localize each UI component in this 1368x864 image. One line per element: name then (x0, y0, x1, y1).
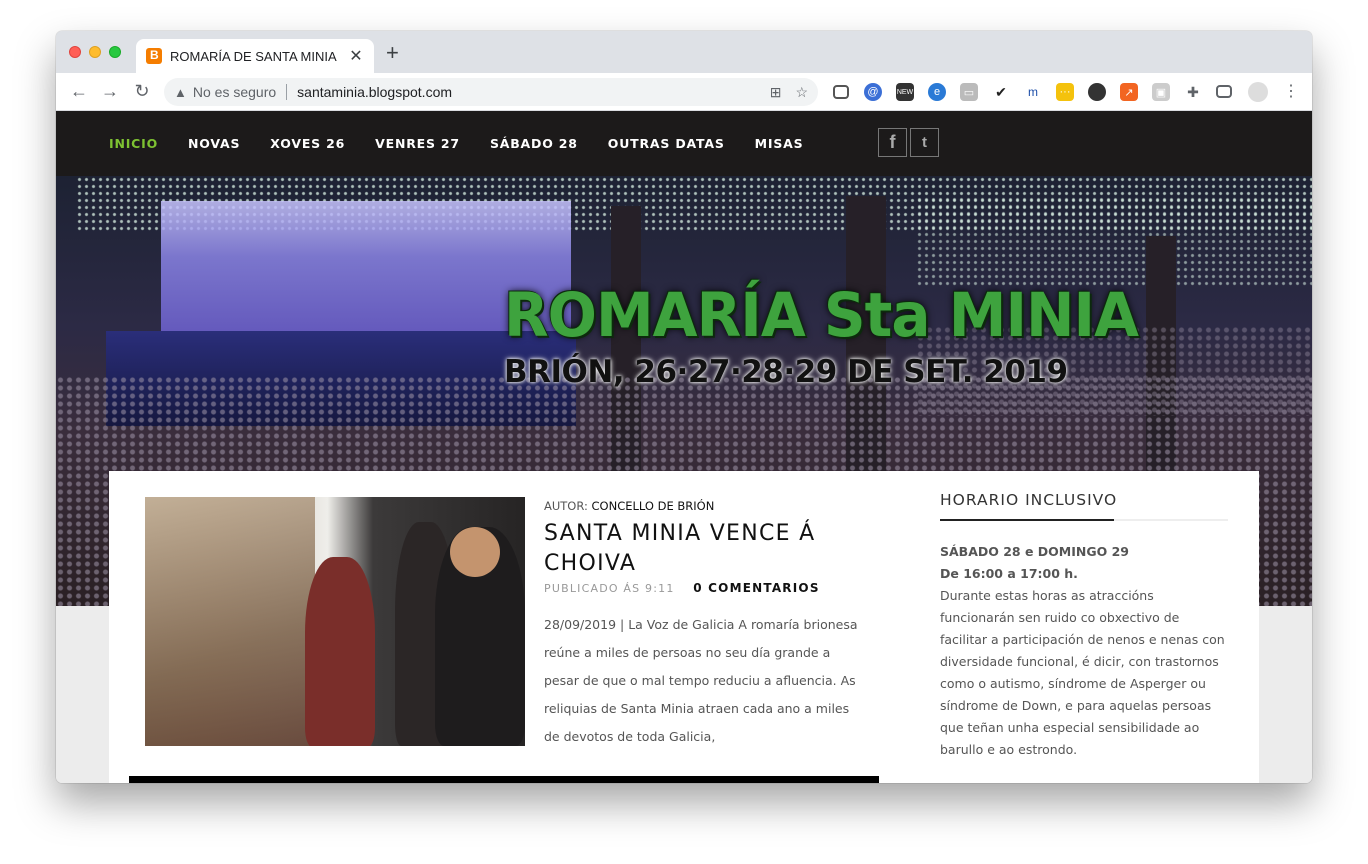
author-name-link[interactable]: CONCELLO DE BRIÓN (592, 499, 715, 513)
check-extension-icon[interactable]: ✔ (992, 83, 1010, 101)
back-button[interactable]: ← (68, 81, 90, 102)
widget-title: HORARIO INCLUSIVO (940, 491, 1118, 509)
nav-item-venres[interactable]: VENRES 27 (375, 136, 460, 151)
close-window-button[interactable] (69, 46, 81, 58)
menu-kebab-icon[interactable]: ⋮ (1280, 81, 1302, 101)
web-page: INICIO NOVAS XOVES 26 VENRES 27 SÁBADO 2… (56, 111, 1312, 783)
site-navigation: INICIO NOVAS XOVES 26 VENRES 27 SÁBADO 2… (56, 111, 1312, 176)
cast-icon[interactable] (1216, 85, 1232, 98)
at-extension-icon[interactable]: @ (864, 83, 882, 101)
puzzle-extensions-icon[interactable]: ✚ (1184, 83, 1202, 101)
widget-heading-days: SÁBADO 28 e DOMINGO 29 (940, 544, 1129, 559)
nav-item-outras-datas[interactable]: OUTRAS DATAS (608, 136, 725, 151)
blogger-icon (146, 48, 162, 64)
movistar-extension-icon[interactable]: m (1024, 83, 1042, 101)
twitter-icon[interactable]: t (910, 128, 939, 157)
nav-item-sabado[interactable]: SÁBADO 28 (490, 136, 578, 151)
facebook-icon[interactable]: f (878, 128, 907, 157)
author-prefix: AUTOR: (544, 499, 588, 513)
news-extension-icon[interactable]: NEW (896, 83, 914, 101)
address-bar[interactable]: ▲ No es seguro santaminia.blogspot.com ⊞… (164, 78, 818, 106)
nav-item-inicio[interactable]: INICIO (109, 136, 158, 151)
warning-icon: ▲ (174, 84, 187, 100)
profile-avatar-icon[interactable] (1248, 82, 1268, 102)
browser-toolbar: ← → ↻ ▲ No es seguro santaminia.blogspot… (56, 73, 1312, 111)
main-content: AUTOR: CONCELLO DE BRIÓN SANTA MINIA VEN… (109, 471, 1259, 783)
window-extension-icon[interactable]: ▣ (1152, 83, 1170, 101)
post-meta: PUBLICADO ÁS 9:11 0 COMENTARIOS (544, 581, 820, 595)
minimize-window-button[interactable] (89, 46, 101, 58)
browser-window: ROMARÍA DE SANTA MINIA ✕ + ← → ↻ ▲ No es… (56, 31, 1312, 783)
zoom-window-button[interactable] (109, 46, 121, 58)
reliquary-case (145, 497, 315, 746)
nav-item-xoves[interactable]: XOVES 26 (270, 136, 345, 151)
browser-tab[interactable]: ROMARÍA DE SANTA MINIA ✕ (136, 39, 374, 73)
notes-extension-icon[interactable]: ··· (1056, 83, 1074, 101)
post-excerpt: 28/09/2019 | La Voz de Galicia A romaría… (544, 617, 858, 744)
screenshot-extension-icon[interactable] (833, 85, 849, 99)
edge-extension-icon[interactable]: e (928, 83, 946, 101)
embedded-video[interactable] (129, 776, 879, 783)
post-author: AUTOR: CONCELLO DE BRIÓN (544, 499, 714, 513)
forward-button[interactable]: → (99, 81, 121, 102)
widget-body-text: Durante estas horas as atraccións funcio… (940, 588, 1225, 757)
tab-bar: ROMARÍA DE SANTA MINIA ✕ + (56, 31, 1312, 73)
person-face (450, 527, 500, 577)
security-label[interactable]: No es seguro (193, 84, 276, 100)
string-lights-right (916, 196, 1312, 286)
translate-icon[interactable]: ⊞ (770, 84, 782, 101)
nav-menu: INICIO NOVAS XOVES 26 VENRES 27 SÁBADO 2… (109, 111, 833, 176)
reload-button[interactable]: ↻ (131, 81, 153, 102)
nav-item-misas[interactable]: MISAS (755, 136, 804, 151)
sidebar-widget: HORARIO INCLUSIVO SÁBADO 28 e DOMINGO 29… (940, 491, 1228, 761)
bookmark-star-icon[interactable]: ☆ (795, 84, 808, 101)
widget-heading-hours: De 16:00 a 17:00 h. (940, 566, 1078, 581)
post-title-link[interactable]: SANTA MINIA VENCE Á CHOIVA (544, 519, 864, 579)
post-date: PUBLICADO ÁS 9:11 (544, 582, 675, 595)
url-text[interactable]: santaminia.blogspot.com (297, 84, 756, 100)
chat-extension-icon[interactable]: ▭ (960, 83, 978, 101)
tab-close-button[interactable]: ✕ (348, 46, 364, 66)
tab-title: ROMARÍA DE SANTA MINIA (170, 48, 337, 64)
comments-link[interactable]: 0 COMENTARIOS (693, 581, 819, 595)
analytics-extension-icon[interactable]: ↗ (1120, 83, 1138, 101)
circle-extension-icon[interactable] (1088, 83, 1106, 101)
new-tab-button[interactable]: + (386, 42, 399, 64)
hero-logo-dates: BRIÓN, 26·27·28·29 DE SET. 2019 (504, 354, 1068, 390)
address-separator (286, 84, 288, 100)
person-figure (305, 557, 375, 746)
hero-logo-title: ROMARÍA Sta MINIA (504, 279, 1139, 351)
nav-item-novas[interactable]: NOVAS (188, 136, 240, 151)
post-image[interactable] (145, 497, 525, 746)
widget-title-rule (940, 519, 1228, 521)
